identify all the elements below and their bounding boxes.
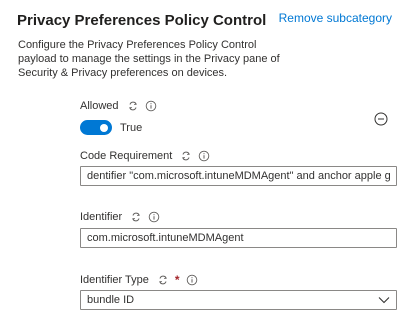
identifier-type-selected: bundle ID — [87, 294, 135, 306]
allowed-toggle-label: True — [120, 121, 143, 134]
sync-icon — [180, 150, 192, 162]
minus-circle-icon[interactable] — [374, 112, 388, 126]
identifier-type-dropdown[interactable]: bundle ID — [80, 290, 397, 310]
toggle-knob — [100, 123, 108, 132]
identifier-label: Identifier — [80, 211, 123, 223]
page-title: Privacy Preferences Policy Control — [17, 12, 267, 29]
identifier-type-label-row: Identifier Type * — [80, 273, 204, 287]
info-icon[interactable] — [148, 211, 160, 223]
code-requirement-label-row: Code Requirement — [80, 150, 216, 162]
info-icon[interactable] — [198, 150, 210, 162]
identifier-label-row: Identifier — [80, 211, 166, 223]
identifier-type-label: Identifier Type — [80, 274, 149, 286]
allowed-toggle-row: True — [80, 120, 142, 135]
code-requirement-input[interactable] — [80, 166, 397, 186]
page-description: Configure the Privacy Preferences Policy… — [18, 39, 280, 79]
sync-icon — [130, 211, 142, 223]
allowed-toggle[interactable] — [80, 120, 112, 135]
info-icon[interactable] — [145, 100, 157, 112]
chevron-down-icon — [378, 296, 390, 304]
code-requirement-label: Code Requirement — [80, 150, 173, 162]
allowed-label-row: Allowed — [80, 100, 163, 112]
info-icon[interactable] — [186, 274, 198, 286]
sync-icon — [157, 274, 169, 286]
allowed-label: Allowed — [80, 100, 119, 112]
sync-icon — [127, 100, 139, 112]
identifier-input[interactable] — [80, 228, 397, 248]
required-marker: * — [174, 273, 180, 287]
remove-subcategory-link[interactable]: Remove subcategory — [279, 11, 392, 25]
